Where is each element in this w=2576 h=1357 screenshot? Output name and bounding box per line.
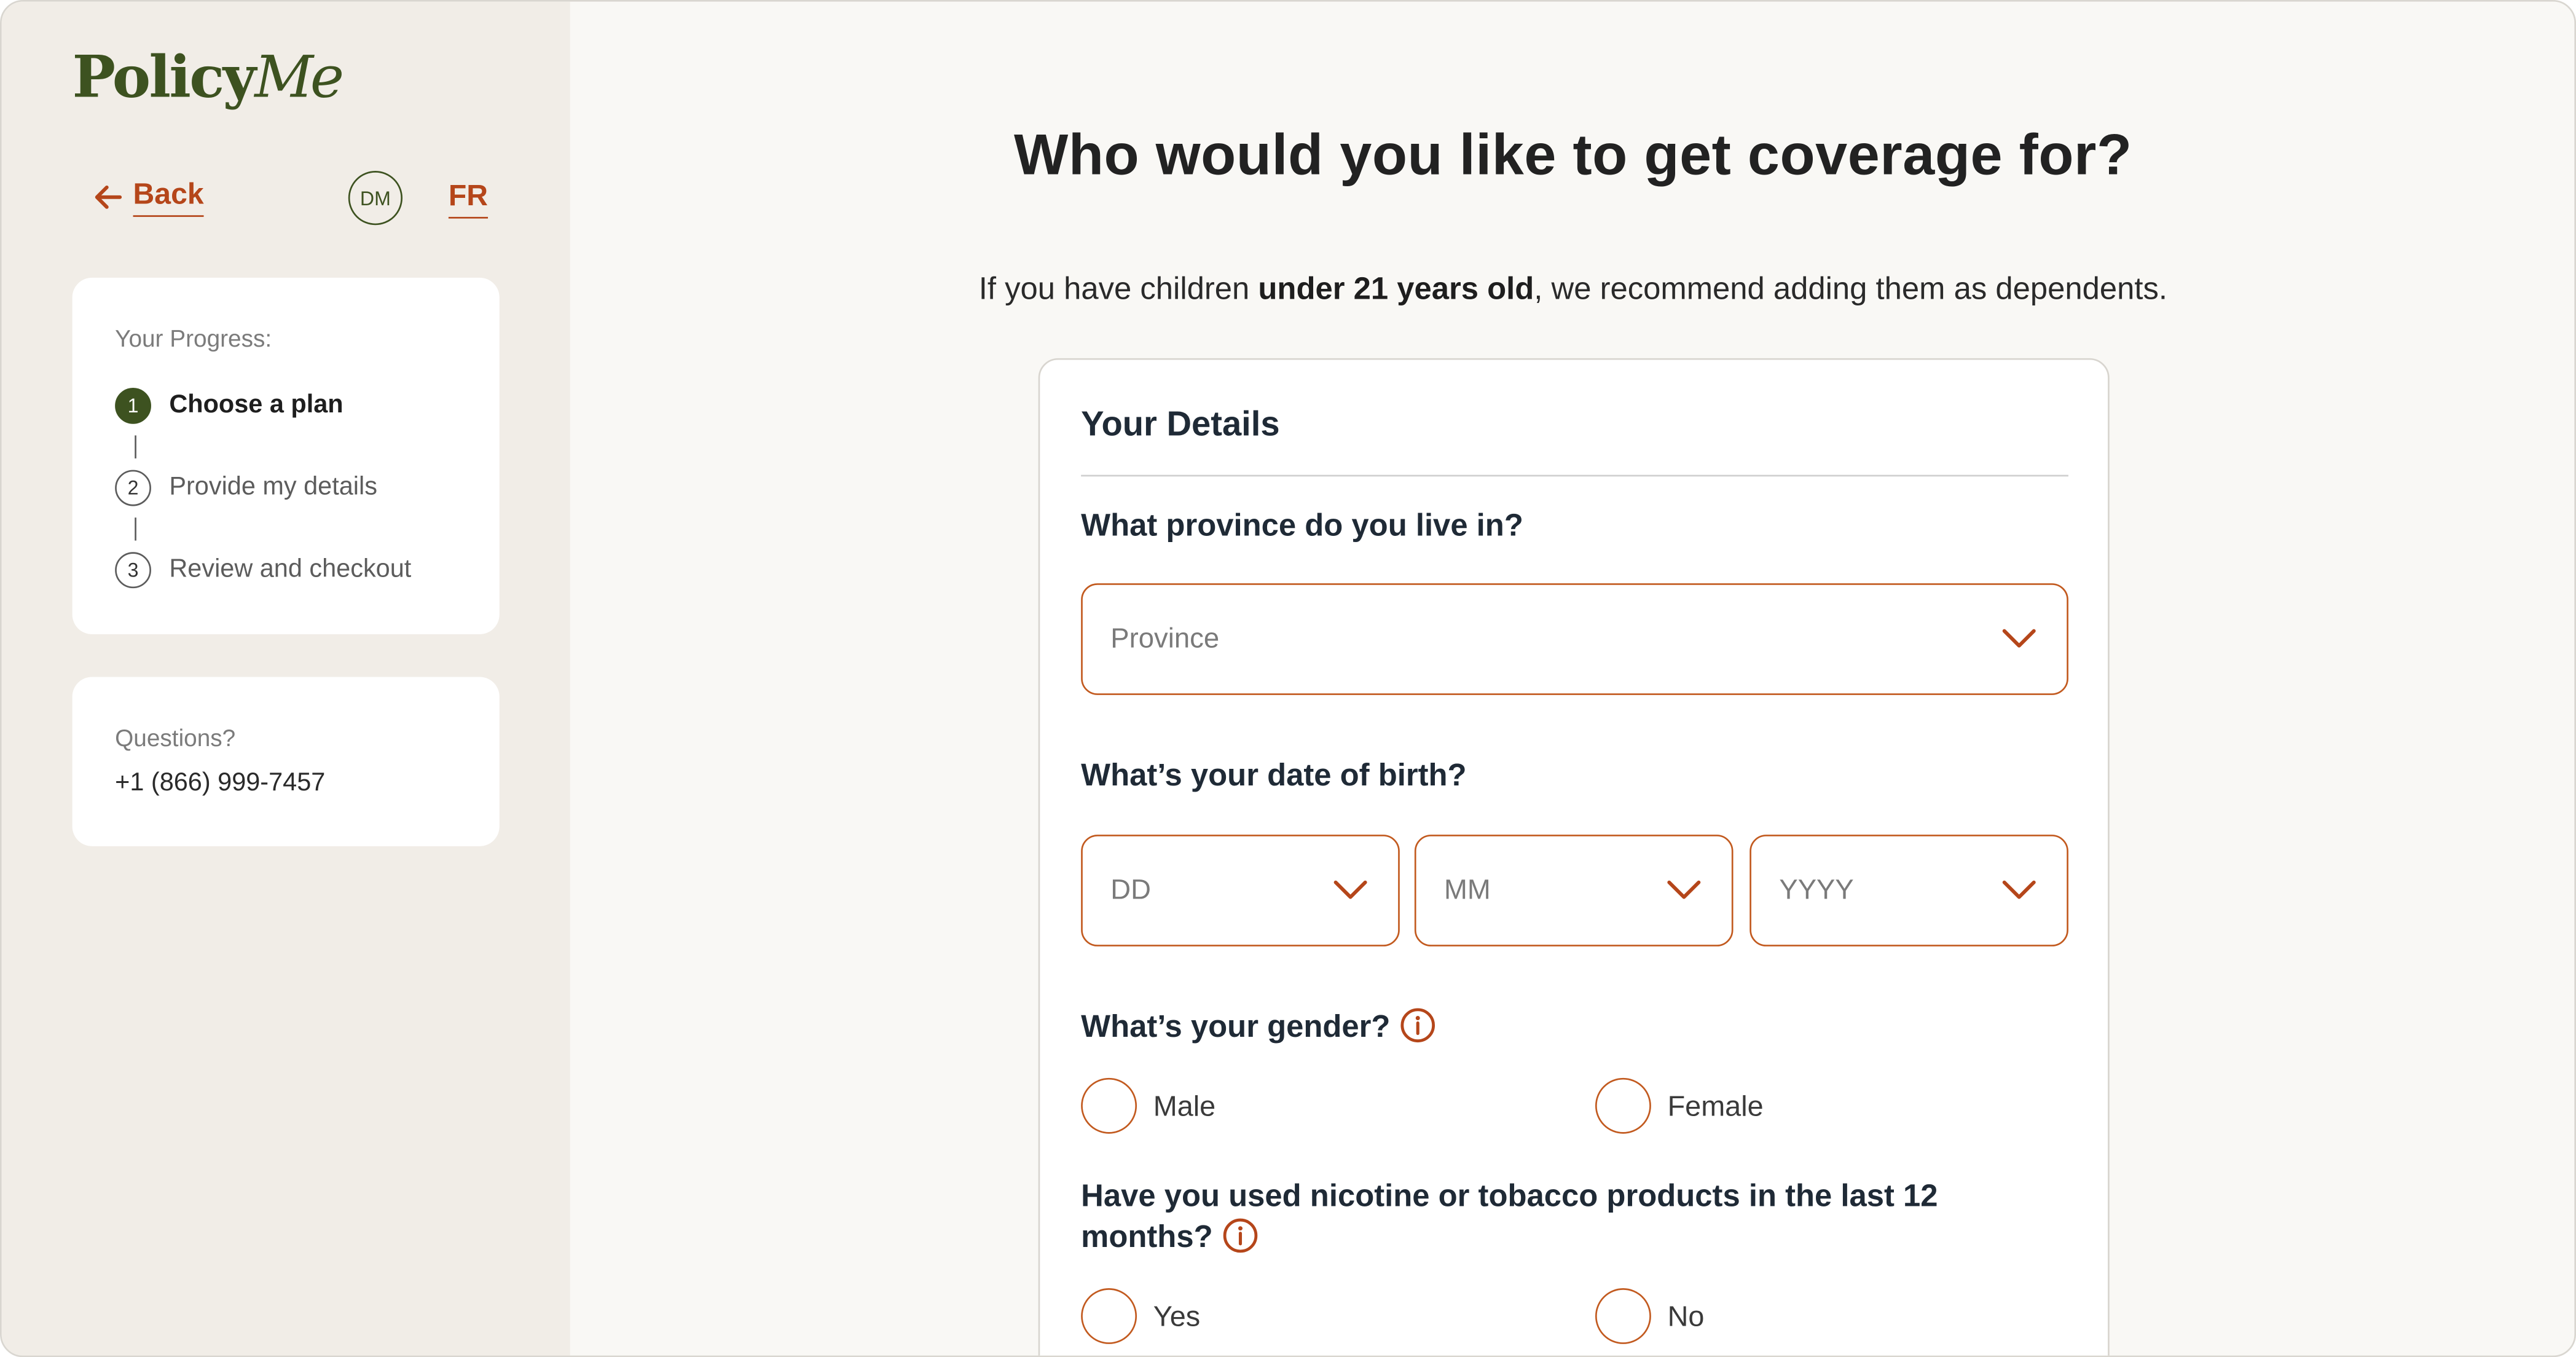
step-label: Review and checkout — [169, 555, 412, 584]
radio-label: Female — [1667, 1088, 1764, 1122]
radio-label: No — [1667, 1299, 1705, 1332]
radio-circle — [1081, 1077, 1137, 1134]
app-window: PolicyMe Back DM FR Your Progress: 1 Cho… — [0, 0, 2576, 1357]
arrow-left-icon — [95, 185, 122, 209]
gender-question: What’s your gender? — [1081, 1007, 1436, 1048]
month-placeholder: MM — [1444, 874, 1491, 906]
year-placeholder: YYYY — [1779, 874, 1854, 906]
your-details-card: Your Details What province do you live i… — [1038, 358, 2110, 1356]
divider — [1081, 474, 2068, 477]
progress-step-3: 3 Review and checkout — [115, 552, 412, 589]
chevron-down-icon — [1667, 880, 1701, 899]
radio-circle — [1595, 1077, 1651, 1134]
policyme-logo[interactable]: PolicyMe — [72, 44, 345, 112]
radio-label: Male — [1153, 1088, 1216, 1122]
page-subtitle: If you have children under 21 years old,… — [571, 273, 2574, 309]
page-title: Who would you like to get coverage for? — [1014, 123, 2132, 187]
nicotine-question-line1: Have you used nicotine or tobacco produc… — [1081, 1179, 1938, 1214]
back-link[interactable]: Back — [92, 178, 204, 217]
step-label: Provide my details — [169, 473, 377, 502]
step-label: Choose a plan — [169, 391, 344, 419]
gender-female-radio[interactable]: Female — [1595, 1077, 1764, 1134]
province-select[interactable]: Province — [1081, 583, 2068, 695]
chevron-down-icon — [2002, 629, 2036, 648]
questions-card: Questions? +1 (866) 999-7457 — [72, 677, 500, 846]
phone-number-link[interactable]: +1 (866) 999-7457 — [115, 769, 325, 798]
dob-month-select[interactable]: MM — [1414, 835, 1734, 946]
sidebar: PolicyMe Back DM FR Your Progress: 1 Cho… — [1, 1, 570, 1356]
subtitle-bold: under 21 years old — [1258, 272, 1534, 307]
nicotine-question: Have you used nicotine or tobacco produc… — [1081, 1176, 1938, 1259]
province-placeholder: Province — [1110, 623, 1220, 655]
radio-circle — [1081, 1288, 1137, 1344]
chevron-down-icon — [2002, 880, 2036, 899]
chevron-down-icon — [1333, 880, 1367, 899]
user-avatar[interactable]: DM — [348, 171, 403, 226]
step-number: 1 — [115, 387, 151, 424]
nicotine-no-radio[interactable]: No — [1595, 1288, 1704, 1344]
logo-text-me: Me — [254, 45, 344, 112]
radio-circle — [1595, 1288, 1651, 1344]
province-question: What province do you live in? — [1081, 509, 1523, 544]
info-icon[interactable] — [1400, 1007, 1437, 1044]
step-connector — [135, 435, 137, 458]
dob-year-select[interactable]: YYYY — [1749, 835, 2068, 946]
questions-title: Questions? — [115, 726, 236, 753]
logo-text-policy: Policy — [72, 44, 256, 112]
language-toggle[interactable]: FR — [448, 179, 489, 219]
back-label: Back — [133, 178, 204, 217]
info-icon[interactable] — [1223, 1217, 1259, 1254]
progress-title: Your Progress: — [115, 327, 272, 353]
progress-step-2: 2 Provide my details — [115, 470, 377, 506]
progress-step-1: 1 Choose a plan — [115, 387, 344, 424]
gender-question-text: What’s your gender? — [1081, 1010, 1391, 1045]
step-connector — [135, 517, 137, 541]
dob-day-select[interactable]: DD — [1081, 835, 1400, 946]
gender-male-radio[interactable]: Male — [1081, 1077, 1216, 1134]
day-placeholder: DD — [1110, 874, 1151, 906]
nicotine-yes-radio[interactable]: Yes — [1081, 1288, 1200, 1344]
step-number: 3 — [115, 552, 151, 589]
dob-question: What’s your date of birth? — [1081, 759, 1467, 794]
subtitle-prefix: If you have children — [978, 272, 1259, 307]
details-heading: Your Details — [1081, 406, 1280, 444]
progress-card: Your Progress: 1 Choose a plan 2 Provide… — [72, 277, 500, 634]
radio-label: Yes — [1153, 1299, 1201, 1332]
subtitle-suffix: , we recommend adding them as dependents… — [1534, 272, 2167, 307]
nicotine-question-line2: months? — [1081, 1221, 1213, 1256]
step-number: 2 — [115, 470, 151, 506]
